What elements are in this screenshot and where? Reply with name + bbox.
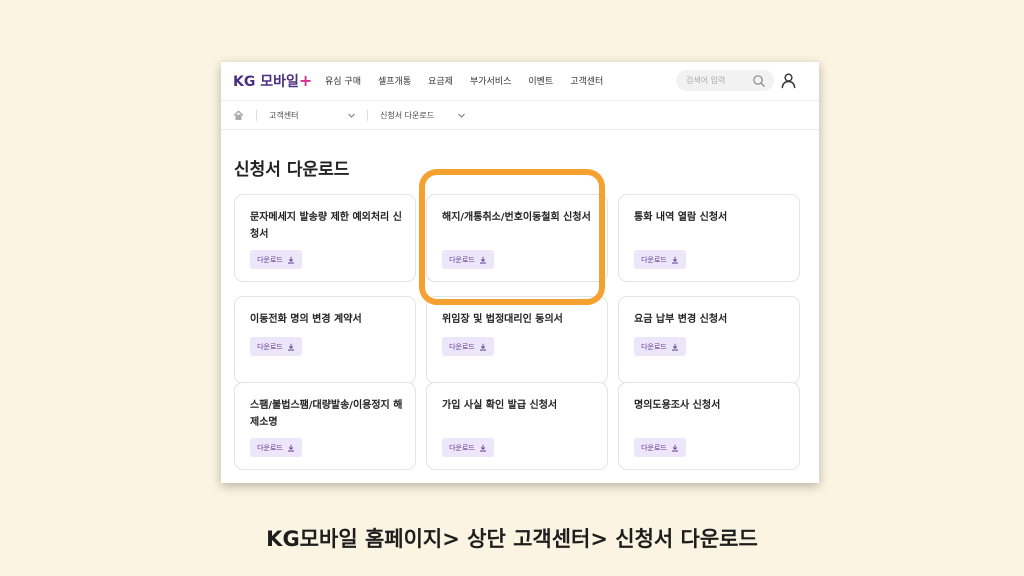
search-box — [676, 70, 774, 91]
nav-events[interactable]: 이벤트 — [528, 74, 553, 87]
form-card: 스팸/불법스팸/대량발송/이용정지 해제소명 다운로드 — [234, 382, 416, 470]
nav-customer-center[interactable]: 고객센터 — [570, 74, 603, 87]
logo-text: KG 모바일 — [233, 74, 299, 90]
download-label: 다운로드 — [449, 443, 475, 452]
highlight-box — [419, 169, 605, 305]
download-label: 다운로드 — [257, 255, 283, 264]
form-card-title: 요금 납부 변경 신청서 — [634, 314, 728, 325]
download-label: 다운로드 — [641, 443, 667, 452]
page-title: 신청서 다운로드 — [234, 160, 350, 180]
main-nav: 유심 구매 셀프개통 요금제 부가서비스 이벤트 고객센터 — [325, 74, 620, 87]
site-header: KG 모바일+ 유심 구매 셀프개통 요금제 부가서비스 이벤트 고객센터 — [221, 62, 819, 100]
chevron-down-icon[interactable] — [347, 111, 356, 120]
breadcrumb-divider — [256, 110, 257, 121]
download-button[interactable]: 다운로드 — [634, 337, 686, 356]
caption: KG모바일 홈페이지> 상단 고객센터> 신청서 다운로드 — [266, 527, 758, 551]
nav-self-activation[interactable]: 셀프개통 — [378, 74, 411, 87]
download-label: 다운로드 — [257, 342, 283, 351]
form-card: 통화 내역 열람 신청서 다운로드 — [618, 194, 800, 282]
form-card-title: 스팸/불법스팸/대량발송/이용정지 해제소명 — [250, 400, 403, 428]
download-button[interactable]: 다운로드 — [250, 337, 302, 356]
form-card: 위임장 및 법정대리인 동의서 다운로드 — [426, 296, 608, 384]
form-card-title: 문자메세지 발송량 제한 예외처리 신청서 — [250, 212, 402, 240]
search-icon[interactable] — [752, 74, 766, 88]
download-label: 다운로드 — [641, 342, 667, 351]
download-icon — [479, 444, 486, 451]
user-icon[interactable] — [780, 72, 797, 89]
download-button[interactable]: 다운로드 — [250, 438, 302, 457]
form-card-title: 통화 내역 열람 신청서 — [634, 212, 728, 223]
download-label: 다운로드 — [641, 255, 667, 264]
form-card: 이동전화 명의 변경 계약서 다운로드 — [234, 296, 416, 384]
form-card-title: 가입 사실 확인 발급 신청서 — [442, 400, 558, 411]
download-button[interactable]: 다운로드 — [634, 438, 686, 457]
form-card-title: 위임장 및 법정대리인 동의서 — [442, 314, 563, 325]
download-label: 다운로드 — [257, 443, 283, 452]
nav-usim-purchase[interactable]: 유심 구매 — [325, 74, 361, 87]
download-icon — [287, 343, 294, 350]
download-button[interactable]: 다운로드 — [442, 438, 494, 457]
kg-mobile-logo[interactable]: KG 모바일+ — [233, 71, 312, 91]
chevron-down-icon[interactable] — [457, 111, 466, 120]
download-icon — [287, 256, 294, 263]
form-card-title: 명의도용조사 신청서 — [634, 400, 721, 411]
download-icon — [671, 444, 678, 451]
download-button[interactable]: 다운로드 — [442, 337, 494, 356]
search-input[interactable] — [686, 74, 752, 87]
form-card-title: 이동전화 명의 변경 계약서 — [250, 314, 362, 325]
form-card: 명의도용조사 신청서 다운로드 — [618, 382, 800, 470]
download-button[interactable]: 다운로드 — [250, 250, 302, 269]
nav-addon-services[interactable]: 부가서비스 — [470, 74, 511, 87]
breadcrumb-level2[interactable]: 신청서 다운로드 — [380, 110, 434, 121]
download-label: 다운로드 — [449, 342, 475, 351]
form-card: 요금 납부 변경 신청서 다운로드 — [618, 296, 800, 384]
download-button[interactable]: 다운로드 — [634, 250, 686, 269]
breadcrumb-level1[interactable]: 고객센터 — [269, 110, 298, 121]
download-icon — [287, 444, 294, 451]
download-icon — [671, 256, 678, 263]
form-card: 가입 사실 확인 발급 신청서 다운로드 — [426, 382, 608, 470]
breadcrumb: 고객센터 신청서 다운로드 — [221, 100, 819, 130]
breadcrumb-divider — [367, 110, 368, 121]
nav-plans[interactable]: 요금제 — [428, 74, 453, 87]
download-icon — [479, 343, 486, 350]
home-icon[interactable] — [233, 110, 244, 121]
logo-plus-mark: + — [298, 71, 313, 90]
download-icon — [671, 343, 678, 350]
form-card: 문자메세지 발송량 제한 예외처리 신청서 다운로드 — [234, 194, 416, 282]
